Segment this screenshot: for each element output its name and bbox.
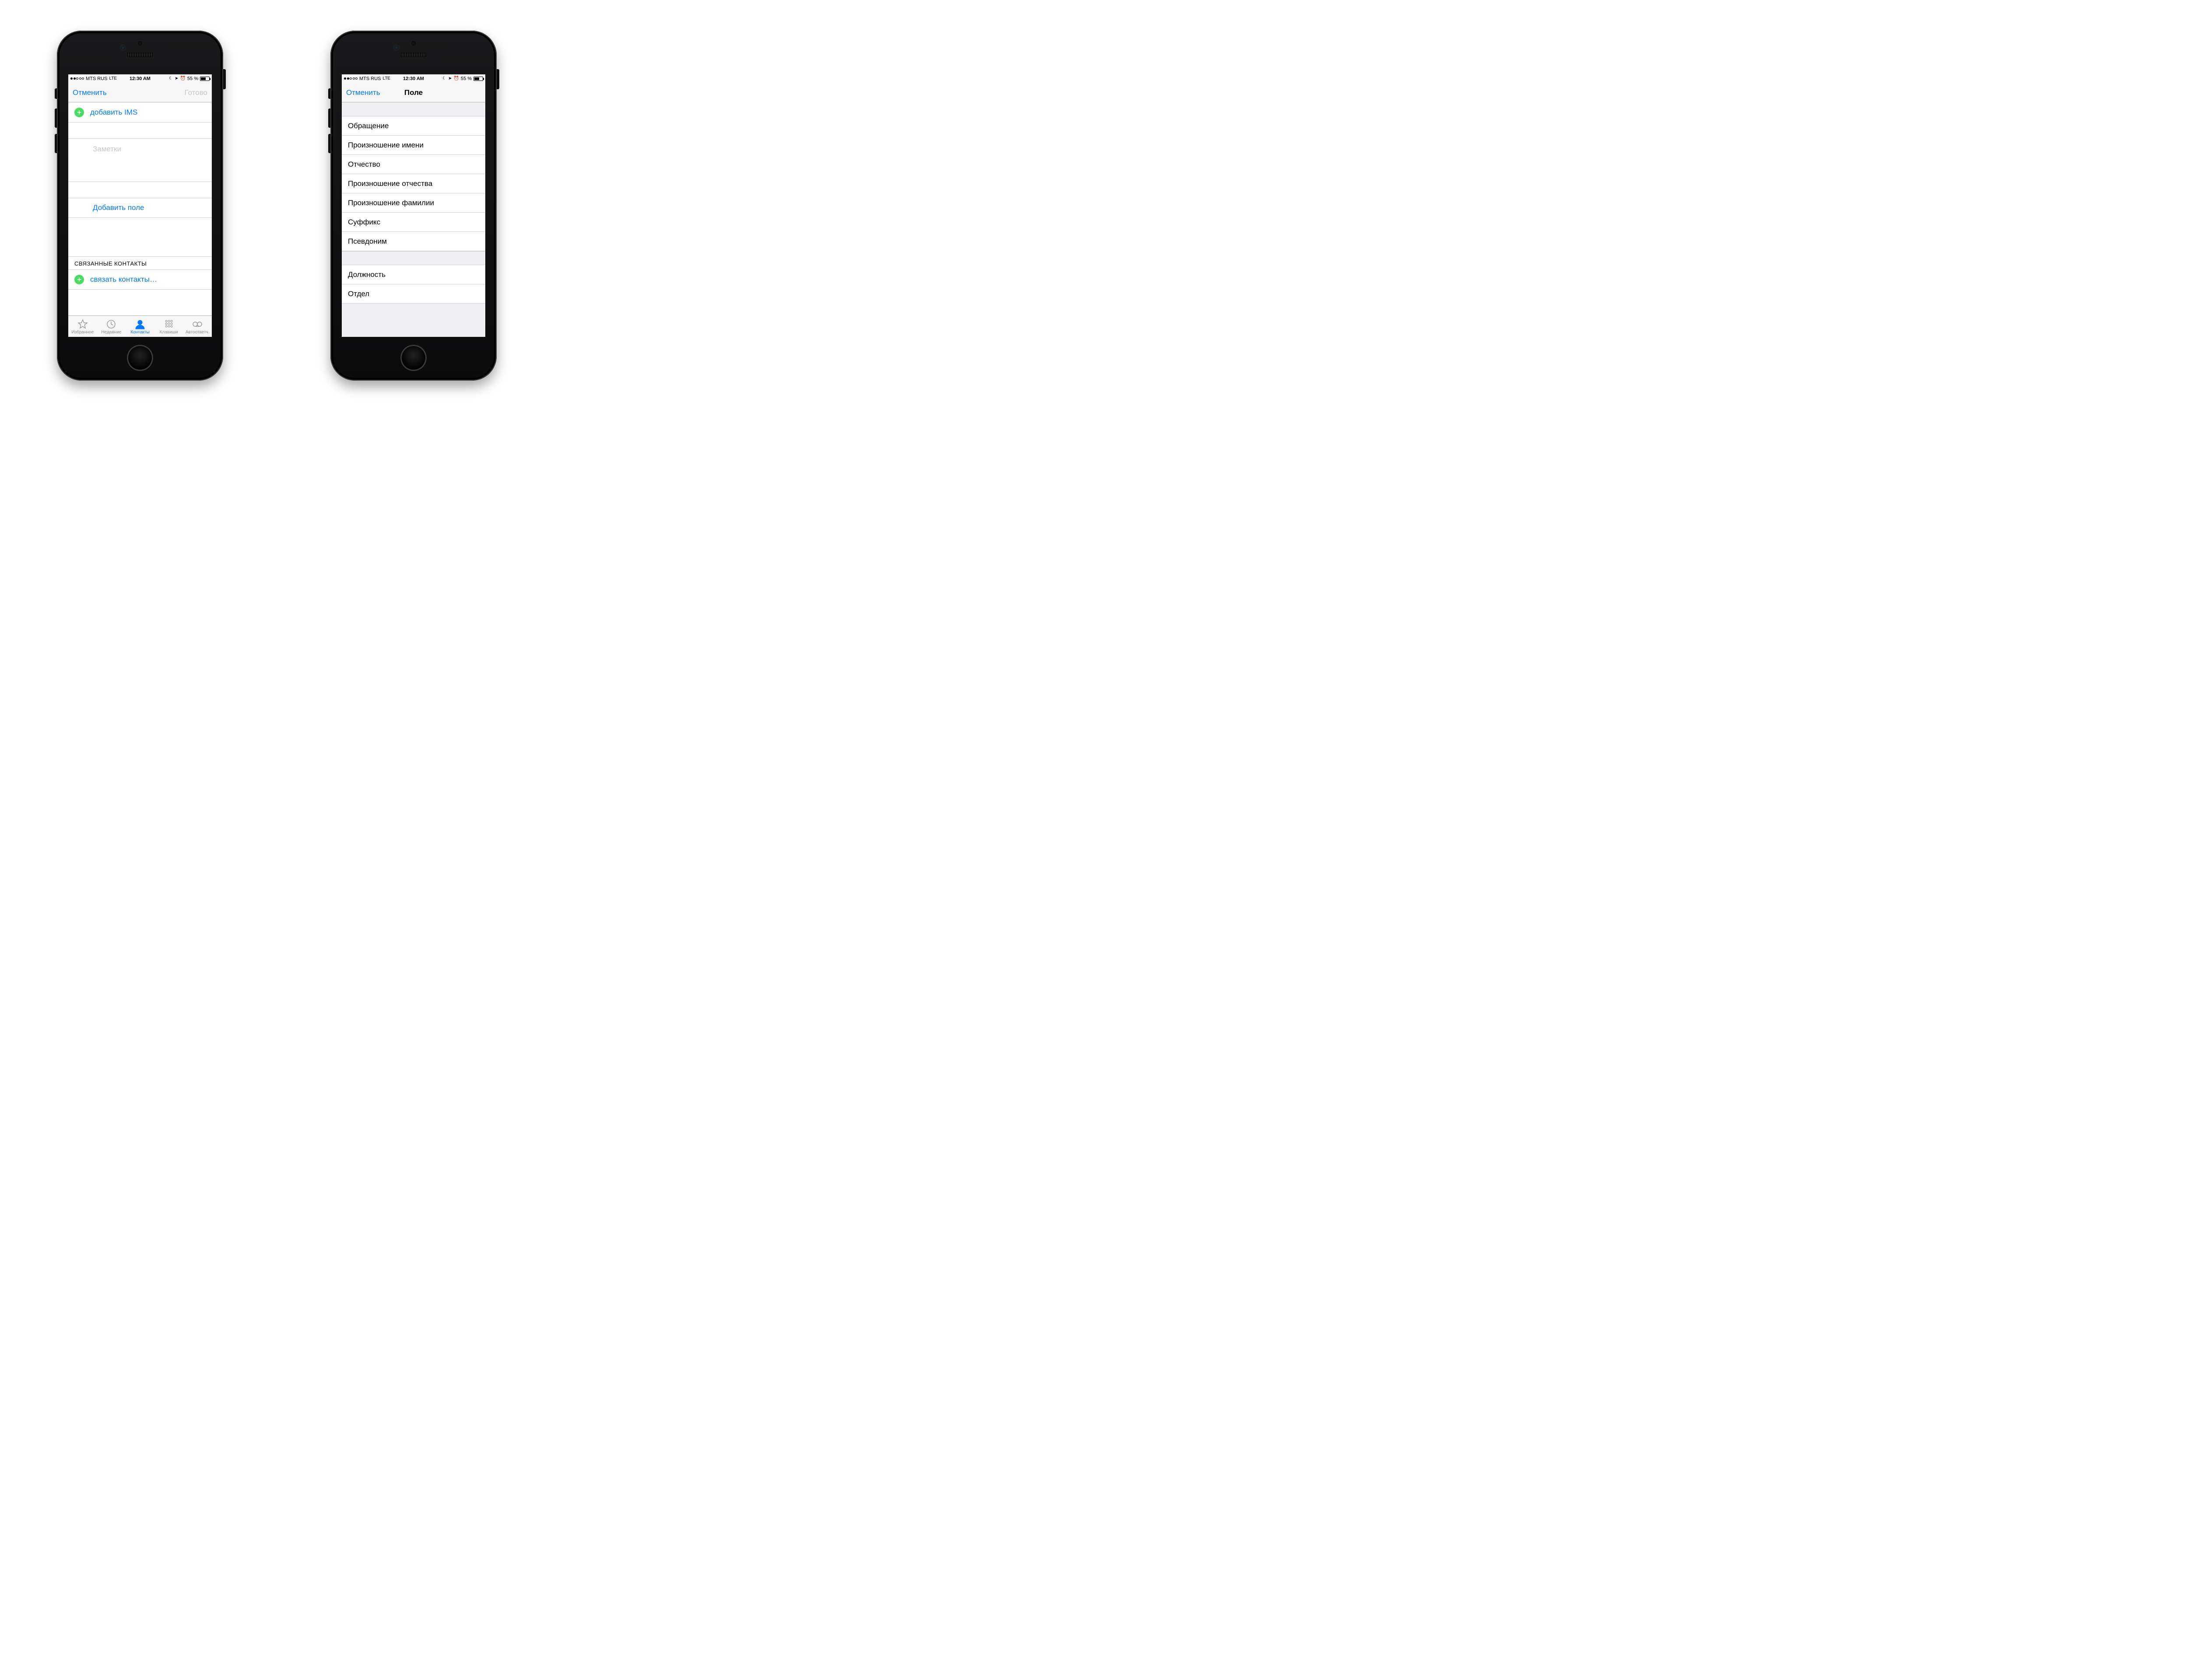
field-option[interactable]: Обращение (342, 116, 485, 136)
link-contacts-row[interactable]: + связать контакты… (68, 270, 212, 290)
edit-contact-content: + добавить IMS Заметки Добавить поле СВЯ… (68, 102, 212, 315)
field-option[interactable]: Отдел (342, 284, 485, 304)
screen-field-picker: MTS RUS LTE 12:30 AM ☾ ➤ ⏰ 55 % Отменить… (342, 74, 485, 337)
field-option[interactable]: Отчество (342, 155, 485, 174)
home-button[interactable] (400, 345, 427, 371)
tab-keypad[interactable]: Клавиши (154, 316, 183, 337)
tab-label: Клавиши (160, 330, 178, 335)
add-ims-label: добавить IMS (90, 108, 137, 117)
nav-bar: Отменить Поле (342, 83, 485, 102)
tab-favorites[interactable]: Избранное (68, 316, 97, 337)
tab-label: Недавние (101, 330, 121, 335)
plus-icon: + (74, 275, 84, 284)
field-option[interactable]: Произношение имени (342, 136, 485, 155)
tab-label: Контакты (130, 330, 149, 335)
add-ims-row[interactable]: + добавить IMS (68, 102, 212, 122)
keypad-icon (163, 319, 175, 329)
proximity-sensor (138, 41, 142, 46)
battery-icon (200, 77, 210, 81)
tab-bar: Избранное Недавние Контакты Клави (68, 315, 212, 337)
tab-voicemail[interactable]: Автоответч. (183, 316, 212, 337)
status-bar: MTS RUS LTE 12:30 AM ☾ ➤ ⏰ 55 % (68, 74, 212, 83)
tab-recents[interactable]: Недавние (97, 316, 126, 337)
field-picker-content: Обращение Произношение имени Отчество Пр… (342, 102, 485, 337)
home-button[interactable] (127, 345, 153, 371)
plus-icon: + (74, 108, 84, 117)
phone-mockup-left: MTS RUS LTE 12:30 AM ☾ ➤ ⏰ 55 % Отменить… (57, 31, 223, 381)
add-field-row[interactable]: Добавить поле (68, 198, 212, 218)
field-option[interactable]: Произношение отчества (342, 174, 485, 193)
field-option[interactable]: Псевдоним (342, 232, 485, 251)
contact-icon (134, 319, 146, 329)
cancel-button[interactable]: Отменить (73, 88, 107, 97)
phone-mockup-right: MTS RUS LTE 12:30 AM ☾ ➤ ⏰ 55 % Отменить… (330, 31, 497, 381)
add-field-label: Добавить поле (93, 203, 144, 212)
voicemail-icon (192, 319, 203, 329)
screen-edit-contact: MTS RUS LTE 12:30 AM ☾ ➤ ⏰ 55 % Отменить… (68, 74, 212, 337)
field-option-label: Отдел (348, 290, 369, 298)
done-button[interactable]: Готово (185, 88, 208, 97)
field-option[interactable]: Произношение фамилии (342, 193, 485, 213)
nav-bar: Отменить Готово (68, 83, 212, 102)
notes-placeholder: Заметки (93, 145, 121, 154)
status-bar: MTS RUS LTE 12:30 AM ☾ ➤ ⏰ 55 % (342, 74, 485, 83)
tab-contacts[interactable]: Контакты (126, 316, 154, 337)
clock-icon (105, 319, 117, 329)
power-button (223, 69, 226, 89)
clock: 12:30 AM (342, 76, 485, 81)
tab-label: Автоответч. (186, 330, 210, 335)
field-option-label: Псевдоним (348, 237, 387, 246)
field-option-label: Произношение имени (348, 141, 424, 150)
battery-icon (473, 77, 483, 81)
earpiece-speaker (126, 52, 154, 57)
field-option-label: Произношение отчества (348, 179, 432, 188)
star-icon (77, 319, 88, 329)
earpiece-speaker (400, 52, 427, 57)
notes-field[interactable]: Заметки (68, 138, 212, 182)
link-contacts-label: связать контакты… (90, 275, 157, 284)
field-option-label: Отчество (348, 160, 380, 169)
power-button (497, 69, 499, 89)
field-option[interactable]: Должность (342, 265, 485, 284)
cancel-button[interactable]: Отменить (346, 88, 380, 97)
field-option-label: Должность (348, 270, 386, 279)
field-option-label: Произношение фамилии (348, 199, 434, 207)
field-option[interactable]: Суффикс (342, 213, 485, 232)
proximity-sensor (411, 41, 416, 46)
field-option-label: Суффикс (348, 218, 380, 227)
field-option-label: Обращение (348, 122, 389, 130)
clock: 12:30 AM (68, 76, 212, 81)
linked-contacts-header: СВЯЗАННЫЕ КОНТАКТЫ (68, 256, 212, 270)
tab-label: Избранное (71, 330, 94, 335)
